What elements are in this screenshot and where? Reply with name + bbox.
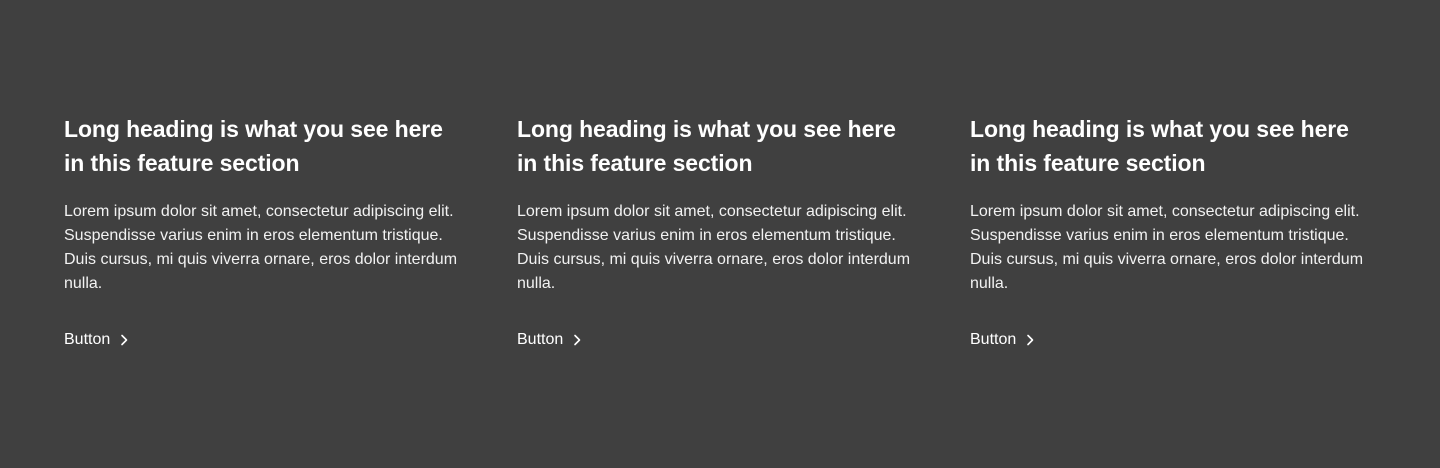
feature-section: Long heading is what you see here in thi… [0, 0, 1440, 468]
feature-description: Lorem ipsum dolor sit amet, consectetur … [64, 203, 458, 292]
feature-button-label: Button [64, 331, 111, 348]
feature-grid: Long heading is what you see here in thi… [64, 112, 1376, 352]
chevron-right-icon [569, 332, 585, 348]
feature-button-label: Button [517, 331, 564, 348]
feature-button-label: Button [970, 331, 1017, 348]
feature-card: Long heading is what you see here in thi… [64, 112, 469, 352]
chevron-right-icon [1022, 332, 1038, 348]
feature-description: Lorem ipsum dolor sit amet, consectetur … [970, 203, 1364, 292]
chevron-right-icon [116, 332, 132, 348]
feature-button[interactable]: Button [64, 328, 132, 352]
feature-card: Long heading is what you see here in thi… [517, 112, 922, 352]
feature-heading: Long heading is what you see here in thi… [64, 116, 443, 176]
feature-card: Long heading is what you see here in thi… [970, 112, 1375, 352]
feature-heading: Long heading is what you see here in thi… [517, 116, 896, 176]
feature-heading: Long heading is what you see here in thi… [970, 116, 1349, 176]
feature-button[interactable]: Button [970, 328, 1038, 352]
feature-description: Lorem ipsum dolor sit amet, consectetur … [517, 203, 911, 292]
feature-button[interactable]: Button [517, 328, 585, 352]
